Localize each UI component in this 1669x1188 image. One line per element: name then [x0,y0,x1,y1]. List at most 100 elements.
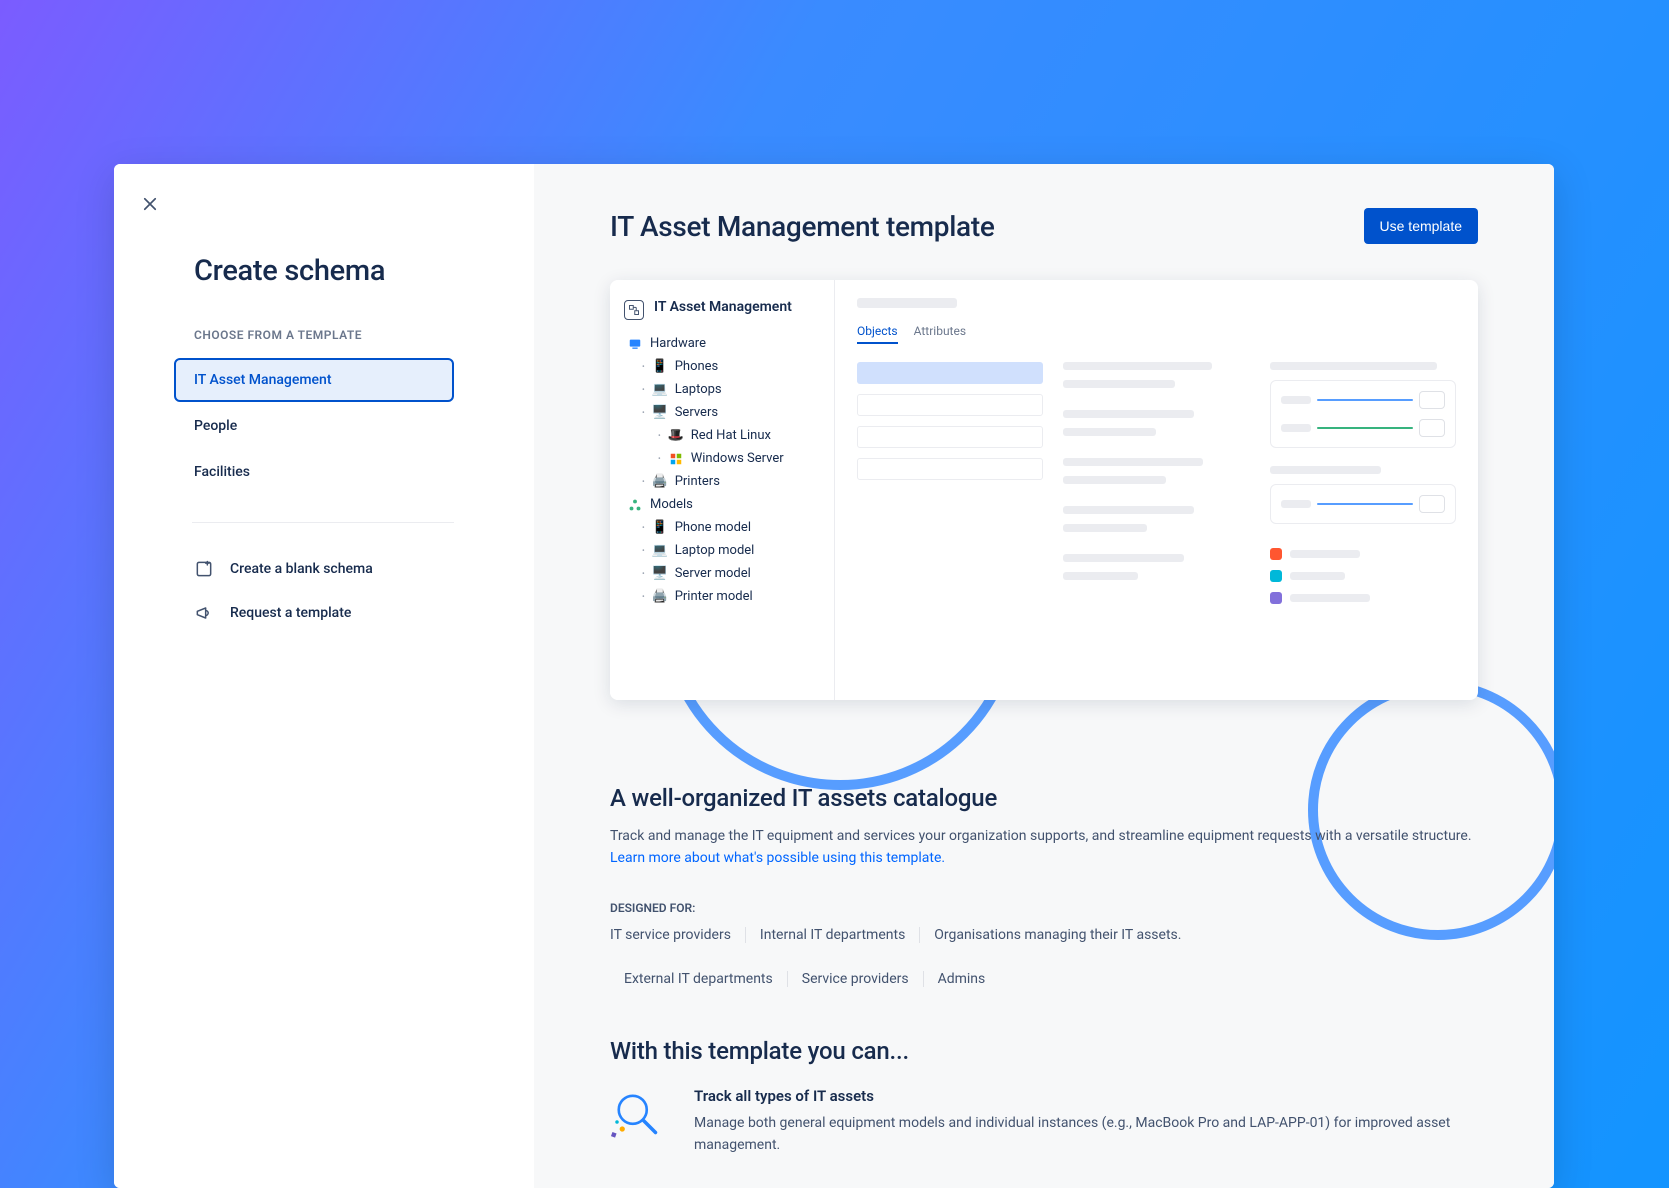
close-button[interactable] [138,192,162,216]
request-template[interactable]: Request a template [114,591,534,635]
printer-icon: 🖨️ [653,590,667,604]
bullet-icon: • [642,523,645,532]
catalogue-title: A well-organized IT assets catalogue [610,784,1478,812]
placeholder-line [1270,466,1382,474]
placeholder-line [1063,524,1147,532]
feature-row: Track all types of IT assets Manage both… [610,1087,1478,1156]
windows-icon [669,452,683,466]
bullet-icon: • [642,385,645,394]
with-template-title: With this template you can... [610,1037,1478,1065]
bullet-icon: • [642,477,645,486]
tree-node-printer-model[interactable]: • 🖨️ Printer model [624,585,820,608]
tree-label: Red Hat Linux [691,428,771,443]
hardware-icon [628,337,642,351]
tab-objects[interactable]: Objects [857,324,898,344]
tree-node-redhat[interactable]: • 🎩 Red Hat Linux [624,424,820,447]
feature-text: Manage both general equipment models and… [694,1113,1478,1156]
use-template-button[interactable]: Use template [1364,208,1478,244]
template-facilities[interactable]: Facilities [174,450,454,494]
placeholder-line [1063,554,1184,562]
divider [192,522,454,523]
audience-tag: IT service providers [610,927,746,943]
bullet-icon: • [642,569,645,578]
preview-col [857,362,1043,604]
tree-node-laptop-model[interactable]: • 💻 Laptop model [624,539,820,562]
tree-label: Servers [675,405,718,420]
designed-for-tags: IT service providers Internal IT departm… [610,927,1478,987]
template-list: IT Asset Management People Facilities [114,358,534,494]
tree-node-servers[interactable]: • 🖥️ Servers [624,401,820,424]
audience-tag: Organisations managing their IT assets. [920,927,1195,943]
object-tree-pane: IT Asset Management Hardware • 📱 Phones … [610,280,835,700]
laptop-icon: 💻 [653,544,667,558]
blank-schema-icon [194,559,214,579]
tree-label: Laptop model [675,543,755,558]
placeholder-line [1063,428,1156,436]
tree-node-phone-model[interactable]: • 📱 Phone model [624,516,820,539]
bullet-icon: • [642,408,645,417]
tree-node-phones[interactable]: • 📱 Phones [624,355,820,378]
tree-label: Phone model [675,520,751,535]
tree-label: Hardware [650,336,706,351]
placeholder-line [1063,410,1193,418]
placeholder-line [1063,380,1175,388]
tree-node-server-model[interactable]: • 🖥️ Server model [624,562,820,585]
preview-detail-pane: Objects Attributes [835,280,1478,700]
placeholder-line [857,362,1043,384]
audience-tag: Internal IT departments [746,927,920,943]
tree-label: Server model [675,566,751,581]
tree-node-laptops[interactable]: • 💻 Laptops [624,378,820,401]
legend [1270,548,1456,604]
swatch-icon [1270,592,1282,604]
schema-icon [624,300,644,320]
schema-name: IT Asset Management [654,298,792,317]
preview-area: IT Asset Management Hardware • 📱 Phones … [610,280,1478,700]
bullet-icon: • [642,546,645,555]
placeholder-line [1270,362,1438,370]
bullet-icon: • [658,454,661,463]
learn-more-link[interactable]: Learn more about what's possible using t… [610,850,945,866]
tree-node-printers[interactable]: • 🖨️ Printers [624,470,820,493]
tree-label: Printers [675,474,720,489]
tree-label: Printer model [675,589,753,604]
template-people[interactable]: People [174,404,454,448]
laptop-icon: 💻 [653,383,667,397]
bullet-icon: • [642,362,645,371]
template-preview-card: IT Asset Management Hardware • 📱 Phones … [610,280,1478,700]
template-it-asset-management[interactable]: IT Asset Management [174,358,454,402]
tab-attributes[interactable]: Attributes [914,324,966,344]
catalogue-text: Track and manage the IT equipment and se… [610,826,1478,869]
close-icon [141,195,159,213]
tree-label: Laptops [675,382,722,397]
feature-title: Track all types of IT assets [694,1087,1478,1105]
tree-label: Models [650,497,693,512]
create-blank-label: Create a blank schema [230,561,373,577]
audience-tag: Service providers [788,971,924,987]
sidebar: Create schema CHOOSE FROM A TEMPLATE IT … [114,164,534,1188]
phone-icon: 📱 [653,360,667,374]
swatch-icon [1270,548,1282,560]
tree-node-hardware[interactable]: Hardware [624,332,820,355]
placeholder-line [857,394,1043,416]
preview-tabs: Objects Attributes [857,324,1456,344]
magnifier-icon [610,1087,666,1143]
printer-icon: 🖨️ [653,475,667,489]
schema-title-row: IT Asset Management [624,298,820,320]
placeholder-line [1063,362,1212,370]
tree-node-models[interactable]: Models [624,493,820,516]
preview-col [1063,362,1249,604]
tree-label: Phones [675,359,719,374]
phone-icon: 📱 [653,521,667,535]
tree-label: Windows Server [691,451,784,466]
models-icon [628,498,642,512]
placeholder-line [1063,506,1193,514]
megaphone-icon [194,603,214,623]
catalogue-body: Track and manage the IT equipment and se… [610,828,1472,844]
placeholder-line [857,458,1043,480]
tree-node-windows[interactable]: • Windows Server [624,447,820,470]
create-blank-schema[interactable]: Create a blank schema [114,547,534,591]
designed-for-label: DESIGNED FOR: [610,901,1478,915]
create-schema-modal: Create schema CHOOSE FROM A TEMPLATE IT … [114,164,1554,1188]
request-template-label: Request a template [230,605,351,621]
server-icon: 🖥️ [653,567,667,581]
